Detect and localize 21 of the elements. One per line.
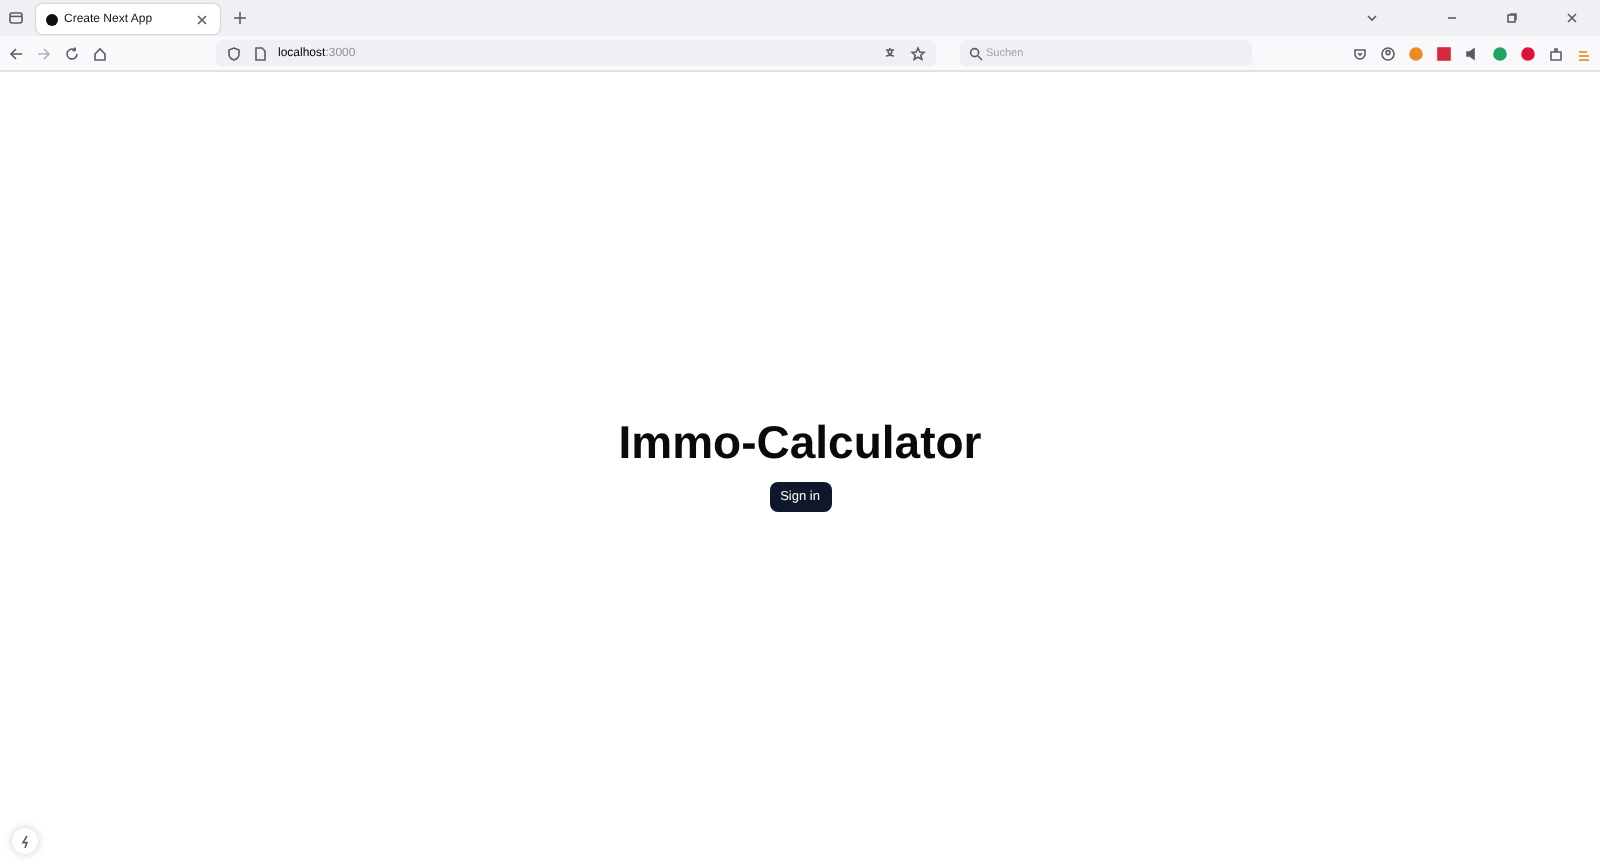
favicon-icon xyxy=(46,13,58,25)
restore-icon[interactable] xyxy=(1504,10,1520,26)
page-icon xyxy=(252,45,268,61)
home-icon[interactable] xyxy=(92,45,108,61)
close-icon[interactable] xyxy=(194,11,210,27)
close-icon[interactable] xyxy=(1564,10,1580,26)
shield-icon xyxy=(226,45,242,61)
translate-icon[interactable] xyxy=(884,45,900,61)
star-icon[interactable] xyxy=(910,45,926,61)
page-title: Immo-Calculator xyxy=(618,415,982,469)
search-icon xyxy=(968,45,984,61)
account-icon[interactable] xyxy=(1380,45,1396,61)
reload-icon[interactable] xyxy=(64,45,80,61)
tab-list-icon[interactable] xyxy=(8,10,24,26)
new-tab-icon[interactable] xyxy=(232,10,248,26)
pocket-icon[interactable] xyxy=(1352,45,1368,61)
back-icon[interactable] xyxy=(8,45,24,61)
chevron-down-icon[interactable] xyxy=(1364,10,1380,26)
dev-tools-button[interactable] xyxy=(12,828,38,854)
speaker-icon[interactable] xyxy=(1464,45,1480,61)
bolt-icon xyxy=(17,833,33,849)
